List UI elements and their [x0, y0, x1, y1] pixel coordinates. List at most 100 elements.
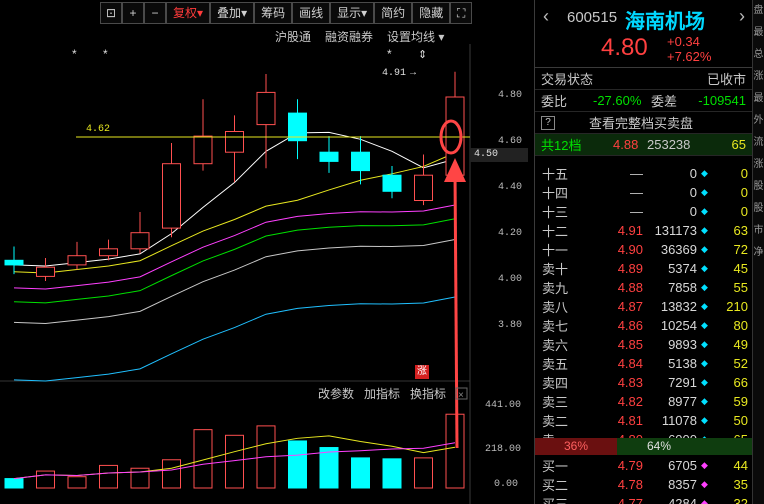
edge-tab[interactable]: 总	[753, 44, 764, 66]
fuquan-button[interactable]: 复权▾	[166, 2, 211, 24]
ask-level-label: 卖九	[542, 281, 569, 296]
volume-tick: 218.00	[485, 444, 522, 455]
edge-tab[interactable]: 盘	[753, 0, 764, 22]
diamond-icon: ◆	[701, 358, 708, 368]
ask-row[interactable]: 卖五 4.84 5138 ◆ 52	[535, 354, 752, 373]
bid-volume: 8357	[668, 477, 697, 492]
volume-bar	[351, 457, 370, 489]
annotation-arrow	[453, 171, 459, 449]
candle-body	[162, 163, 181, 229]
ask-volume: 0	[689, 166, 697, 181]
order-book: 十五 — 0 ◆ 0 十四 — 0 ◆ 0 十三 — 0 ◆ 0 十二 4.91 131173 ◆ 63 十一 4.90 3…	[535, 156, 752, 449]
edge-tab[interactable]: 股	[753, 198, 764, 220]
next-stock-icon[interactable]: ›	[739, 6, 745, 27]
edge-tab[interactable]: 市	[753, 220, 764, 242]
bid-row[interactable]: 买一 4.79 6705 ◆ 44	[535, 456, 753, 475]
ask-row[interactable]: 卖七 4.86 10254 ◆ 80	[535, 316, 752, 335]
ask-row[interactable]: 十一 4.90 36369 ◆ 72	[535, 240, 752, 259]
moving-average-line	[13, 238, 456, 325]
volume-bar	[288, 440, 307, 489]
draw-line-button[interactable]: 画线	[292, 2, 331, 24]
candle-body	[319, 151, 339, 162]
ask-row[interactable]: 卖六 4.85 9893 ◆ 49	[535, 335, 752, 354]
ask-price: 4.84	[617, 356, 643, 371]
stock-code: 600515	[567, 9, 618, 26]
ask-count: 0	[740, 204, 748, 219]
bid-row[interactable]: 买三 4.77 4284 ◆ 32	[535, 494, 753, 504]
close-icon[interactable]: ×	[458, 390, 464, 401]
overlay-button[interactable]: 叠加▾	[210, 2, 255, 24]
updown-arrow-icon: ⇕	[418, 49, 427, 61]
fullscreen-icon[interactable]: ⛶	[450, 2, 473, 24]
edge-tab[interactable]: 流	[753, 132, 764, 154]
diamond-icon: ◆	[701, 377, 708, 387]
candle-body	[351, 151, 370, 172]
ask-price: 4.86	[617, 318, 643, 333]
diamond-icon: ◆	[701, 187, 708, 197]
ask-price: —	[630, 204, 643, 219]
y-tick: 4.80	[498, 90, 523, 101]
ask-volume: 5138	[668, 356, 697, 371]
ask-row[interactable]: 十三 — 0 ◆ 0	[535, 202, 752, 221]
edge-tab[interactable]: 最	[753, 88, 764, 110]
ask-volume: 13832	[660, 299, 697, 314]
edge-tab[interactable]: 涨	[753, 66, 764, 88]
ask-row[interactable]: 十五 — 0 ◆ 0	[535, 164, 752, 183]
ask-row[interactable]: 卖二 4.81 11078 ◆ 50	[535, 411, 752, 430]
moving-average-line	[13, 204, 456, 290]
diamond-icon: ◆	[701, 225, 708, 235]
ask-row[interactable]: 卖九 4.88 7858 ◆ 55	[535, 278, 752, 297]
ask-volume: 131173	[654, 223, 697, 238]
hk-connect-link[interactable]: 沪股通	[275, 28, 311, 45]
diamond-icon: ◆	[701, 320, 708, 330]
diamond-icon: ◆	[701, 206, 708, 216]
lock-icon[interactable]: ⊡	[100, 2, 122, 24]
volume-bar	[382, 458, 402, 489]
ref-line-label: 4.62	[86, 124, 110, 135]
set-ma-link[interactable]: 设置均线 ▾	[387, 28, 444, 45]
ask-row[interactable]: 卖十 4.89 5374 ◆ 45	[535, 259, 752, 278]
ask-level-label: 十二	[542, 224, 569, 239]
edit-params-button[interactable]: 改参数	[318, 385, 354, 402]
edge-tab[interactable]: 外	[753, 110, 764, 132]
ask-count: 80	[733, 318, 748, 333]
star-icon: *	[387, 47, 392, 61]
zoom-in-icon[interactable]: +	[122, 2, 144, 24]
simple-button[interactable]: 简约	[374, 2, 413, 24]
ask-level-label: 卖三	[542, 395, 569, 410]
candle-body	[130, 232, 150, 250]
diamond-icon: ◆	[701, 263, 708, 273]
ask-row[interactable]: 十四 — 0 ◆ 0	[535, 183, 752, 202]
ask-row[interactable]: 卖四 4.83 7291 ◆ 66	[535, 373, 752, 392]
ask-volume: 7858	[668, 280, 697, 295]
bid-row[interactable]: 买二 4.78 8357 ◆ 35	[535, 475, 753, 494]
ask-row[interactable]: 卖八 4.87 13832 ◆ 210	[535, 297, 752, 316]
diamond-icon: ◆	[701, 339, 708, 349]
edge-tab[interactable]: 股	[753, 176, 764, 198]
full-book-row[interactable]: ? 查看完整档买卖盘	[535, 112, 752, 134]
ask-volume: 0	[689, 185, 697, 200]
ask-row[interactable]: 十二 4.91 131173 ◆ 63	[535, 221, 752, 240]
edge-tab[interactable]: 最	[753, 22, 764, 44]
bid-level-label: 买二	[542, 478, 569, 493]
chips-button[interactable]: 筹码	[254, 2, 293, 24]
y-tick: 3.80	[498, 320, 523, 331]
edge-tab[interactable]: 净	[753, 242, 764, 264]
quote-header: ‹ 600515 海南机场 › 4.80 +0.34 +7.62%	[535, 0, 752, 68]
prev-stock-icon[interactable]: ‹	[543, 6, 549, 27]
display-button[interactable]: 显示▾	[330, 2, 375, 24]
bid-count: 32	[733, 496, 748, 504]
add-indicator-button[interactable]: 加指标	[364, 385, 400, 402]
edge-tab[interactable]: 涨	[753, 154, 764, 176]
zoom-out-icon[interactable]: −	[144, 2, 166, 24]
margin-trading-link[interactable]: 融资融券	[325, 28, 373, 45]
buy-ratio: 64%	[617, 438, 752, 455]
levels-row[interactable]: 共12档 4.88 253238 65	[535, 134, 752, 156]
ask-row[interactable]: 卖三 4.82 8977 ◆ 59	[535, 392, 752, 411]
hide-button[interactable]: 隐藏	[412, 2, 451, 24]
ask-level-label: 卖八	[542, 300, 569, 315]
ask-price: 4.89	[617, 261, 643, 276]
limit-up-badge: 涨	[415, 365, 429, 379]
current-price-tag: 4.50	[470, 148, 528, 162]
switch-indicator-button[interactable]: 换指标	[410, 385, 446, 402]
